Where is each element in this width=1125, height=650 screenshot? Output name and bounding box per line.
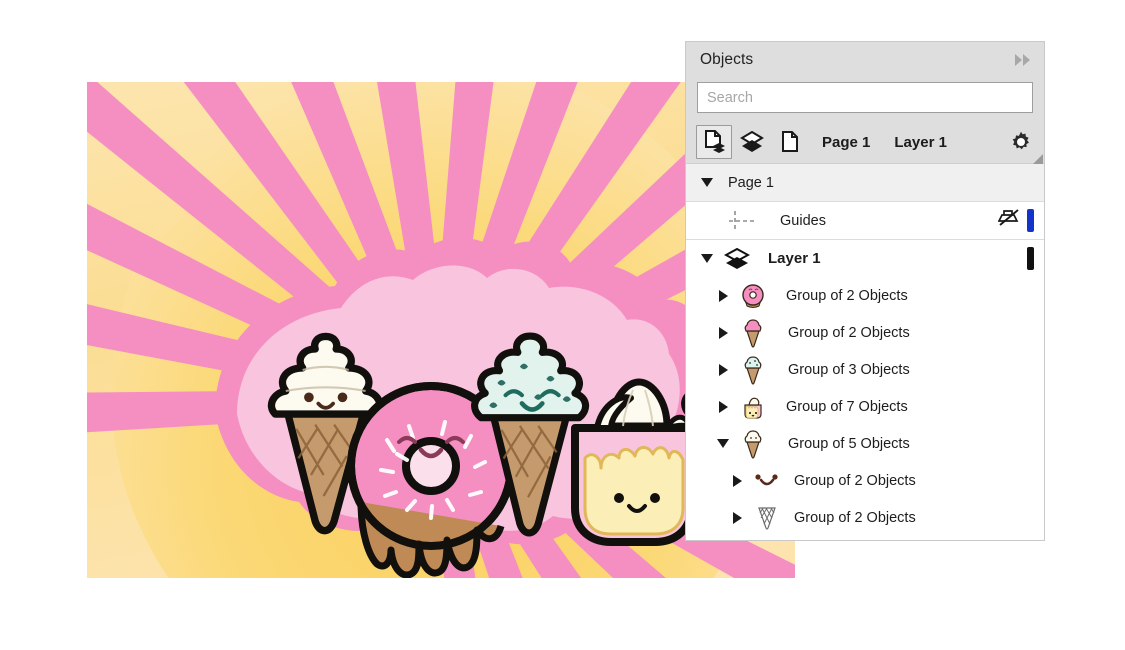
waffle-thumb	[750, 503, 784, 533]
panel-header: Objects	[686, 42, 1044, 78]
row-right-icons	[1027, 247, 1044, 270]
tree-row-label: Group of 2 Objects	[794, 509, 916, 526]
search-container	[686, 78, 1044, 121]
twisty-right-icon[interactable]	[686, 289, 736, 302]
tree-row-guides[interactable]: Guides	[686, 202, 1044, 240]
panel-toolbar: Page 1 Layer 1	[686, 121, 1044, 165]
tree-row-label: Layer 1	[768, 250, 821, 267]
breadcrumb-page[interactable]: Page 1	[816, 134, 876, 151]
guides-icon	[726, 206, 760, 236]
row-right-icons	[997, 208, 1044, 233]
object-tree: Page 1 Guides Layer 1 Group of 2 Objects…	[686, 164, 1044, 536]
donut-thumb	[736, 281, 770, 311]
vanilla-cone-thumb	[736, 429, 770, 459]
page-view-icon[interactable]	[772, 125, 808, 159]
twisty-down-icon[interactable]	[686, 254, 720, 263]
tree-row-group-pink-cone[interactable]: Group of 2 Objects	[686, 314, 1044, 351]
twisty-right-icon[interactable]	[686, 326, 736, 339]
panel-resize-handle[interactable]	[1032, 152, 1043, 165]
objects-view-icon[interactable]	[696, 125, 732, 159]
tree-row-label: Group of 2 Objects	[786, 287, 908, 304]
tree-row-label: Page 1	[728, 174, 774, 191]
objects-panel: Objects Search Page 1 Layer 1 Page 1 Gui…	[686, 42, 1044, 540]
tree-row-layer-1[interactable]: Layer 1	[686, 240, 1044, 277]
tree-row-group-cake[interactable]: Group of 7 Objects	[686, 388, 1044, 425]
tree-row-label: Group of 2 Objects	[788, 324, 910, 341]
twisty-right-icon[interactable]	[686, 400, 736, 413]
tree-row-page-1[interactable]: Page 1	[686, 164, 1044, 202]
breadcrumb-layer[interactable]: Layer 1	[888, 134, 953, 151]
layers-icon	[720, 244, 754, 274]
guides-color-bar[interactable]	[1027, 209, 1034, 232]
search-input[interactable]	[697, 82, 1033, 113]
pink-cone-thumb	[736, 318, 770, 348]
twisty-right-icon[interactable]	[686, 474, 750, 487]
layers-view-icon[interactable]	[734, 125, 770, 159]
tree-row-label: Group of 2 Objects	[794, 472, 916, 489]
tree-row-group-donut[interactable]: Group of 2 Objects	[686, 277, 1044, 314]
cake-thumb	[736, 392, 770, 422]
face-thumb	[750, 466, 784, 496]
tree-row-group-waffle[interactable]: Group of 2 Objects	[686, 499, 1044, 536]
tree-row-group-mint-cone[interactable]: Group of 3 Objects	[686, 351, 1044, 388]
no-print-icon[interactable]	[997, 208, 1020, 233]
twisty-down-icon[interactable]	[686, 439, 736, 448]
tree-row-label: Group of 7 Objects	[786, 398, 908, 415]
tree-row-group-vanilla-cone[interactable]: Group of 5 Objects	[686, 425, 1044, 462]
twisty-right-icon[interactable]	[686, 511, 750, 524]
twisty-right-icon[interactable]	[686, 363, 736, 376]
page-title: Objects	[700, 51, 754, 68]
tree-row-label: Group of 3 Objects	[788, 361, 910, 378]
layer-color-bar[interactable]	[1027, 247, 1034, 270]
double-chevron-right-icon[interactable]	[1012, 49, 1034, 71]
tree-row-group-face[interactable]: Group of 2 Objects	[686, 462, 1044, 499]
tree-row-label: Guides	[780, 212, 826, 229]
tree-row-label: Group of 5 Objects	[788, 435, 910, 452]
twisty-down-icon[interactable]	[686, 178, 720, 187]
mint-cone-thumb	[736, 355, 770, 385]
